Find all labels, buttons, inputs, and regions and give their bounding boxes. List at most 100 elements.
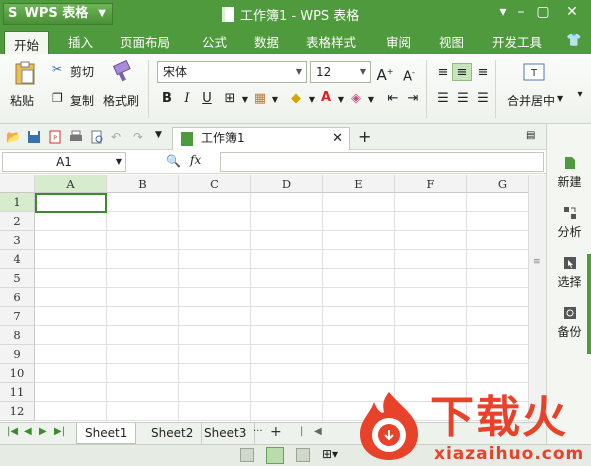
column-header[interactable]: G: [467, 175, 528, 193]
shirt-icon[interactable]: 👕: [566, 32, 582, 48]
wps-app-menu-button[interactable]: S WPS 表格 ▼: [3, 3, 113, 25]
formula-input[interactable]: [220, 152, 544, 172]
next-sheet-icon[interactable]: ▶: [39, 426, 47, 437]
page-break-view-icon[interactable]: [296, 448, 310, 462]
row-header[interactable]: 8: [0, 326, 35, 345]
tab-review[interactable]: 审阅: [386, 32, 411, 51]
task-select-button[interactable]: 选择: [547, 256, 591, 290]
font-name-select[interactable]: 宋体 ▼: [157, 61, 307, 83]
tab-page-layout[interactable]: 页面布局: [120, 32, 170, 51]
undo-icon[interactable]: ↶: [111, 130, 125, 144]
task-analyze-button[interactable]: 分析: [547, 206, 591, 240]
document-tab[interactable]: 工作簿1 ✕: [172, 127, 350, 150]
tab-table-style[interactable]: 表格样式: [306, 32, 356, 51]
increase-font-icon[interactable]: A+: [376, 63, 394, 84]
chevron-down-icon[interactable]: ▼: [266, 91, 284, 109]
tab-formulas[interactable]: 公式: [202, 32, 227, 51]
row-header[interactable]: 9: [0, 345, 35, 364]
page-layout-view-icon[interactable]: [266, 447, 284, 464]
row-header[interactable]: 11: [0, 383, 35, 402]
add-sheet-button[interactable]: +: [270, 424, 282, 440]
close-button[interactable]: ✕: [562, 4, 582, 20]
font-size-value: 12: [316, 65, 332, 79]
restore-button[interactable]: ▢: [533, 4, 553, 20]
align-middle-icon[interactable]: ≡: [452, 63, 472, 81]
row-header[interactable]: 3: [0, 231, 35, 250]
column-header[interactable]: E: [323, 175, 395, 193]
column-header[interactable]: A: [35, 175, 107, 193]
column-header[interactable]: B: [107, 175, 179, 193]
row-header[interactable]: 5: [0, 269, 35, 288]
tab-data[interactable]: 数据: [254, 32, 279, 51]
sheet-tab[interactable]: Sheet2: [143, 423, 203, 444]
ribbon-expand-icon[interactable]: ▾: [571, 86, 589, 104]
zoom-menu-icon[interactable]: ⊞▾: [322, 447, 338, 461]
task-backup-button[interactable]: 备份: [547, 306, 591, 340]
tab-list-icon[interactable]: ▤: [526, 130, 540, 144]
tab-developer[interactable]: 开发工具: [492, 32, 542, 51]
open-folder-icon[interactable]: 📂: [6, 130, 21, 144]
cut-button[interactable]: ✂ 剪切: [52, 62, 100, 80]
task-analyze-label: 分析: [557, 225, 582, 239]
hscroll-left-icon[interactable]: ◀: [314, 426, 322, 437]
chevron-down-icon[interactable]: ▼: [362, 91, 380, 109]
prev-sheet-icon[interactable]: ◀: [24, 426, 32, 437]
align-right-icon[interactable]: ☰: [474, 90, 492, 108]
column-header[interactable]: D: [251, 175, 323, 193]
vertical-scrollbar[interactable]: ≡: [528, 175, 546, 422]
last-sheet-icon[interactable]: ▶|: [54, 426, 65, 437]
column-header[interactable]: F: [395, 175, 467, 193]
copy-button[interactable]: ❐ 复制: [52, 91, 100, 109]
print-icon[interactable]: [69, 130, 83, 144]
row-header[interactable]: 6: [0, 288, 35, 307]
redo-icon[interactable]: ↷: [133, 130, 147, 144]
zoom-icon[interactable]: 🔍: [166, 154, 181, 168]
active-cell[interactable]: [35, 193, 107, 213]
normal-view-icon[interactable]: [240, 448, 254, 462]
export-pdf-icon[interactable]: P: [48, 130, 62, 144]
scroll-thumb-icon[interactable]: ≡: [533, 257, 543, 267]
column-header[interactable]: C: [179, 175, 251, 193]
merge-center-button[interactable]: T 合并居中 ▼: [503, 60, 565, 118]
select-all-corner[interactable]: [0, 175, 35, 193]
row-header[interactable]: 12: [0, 402, 35, 421]
task-new-button[interactable]: 新建: [547, 156, 591, 190]
print-preview-icon[interactable]: [90, 130, 104, 144]
decrease-font-icon[interactable]: A-: [400, 64, 418, 84]
hscroll-divider[interactable]: |: [300, 426, 303, 437]
tab-home[interactable]: 开始: [4, 31, 50, 54]
customize-toolbar-icon[interactable]: ▼: [155, 130, 169, 144]
save-icon[interactable]: [27, 130, 41, 144]
align-top-icon[interactable]: ≡: [434, 64, 452, 82]
format-painter-button[interactable]: 格式刷: [103, 60, 141, 118]
task-pane-handle[interactable]: [587, 254, 591, 354]
close-tab-icon[interactable]: ✕: [332, 128, 343, 149]
quick-access-bar: 📂 P ↶ ↷ ▼ 工作簿1 ✕ + ▤: [0, 124, 546, 150]
bold-icon[interactable]: B: [158, 90, 176, 108]
paste-button[interactable]: 粘贴: [8, 60, 42, 118]
font-size-select[interactable]: 12 ▼: [310, 61, 371, 83]
italic-icon[interactable]: I: [178, 90, 196, 108]
name-box[interactable]: A1 ▼: [2, 152, 126, 172]
minimize-button[interactable]: –: [511, 4, 531, 20]
row-header[interactable]: 2: [0, 212, 35, 231]
more-sheets-button[interactable]: ···: [253, 426, 263, 437]
tab-insert[interactable]: 插入: [68, 32, 93, 51]
row-header[interactable]: 4: [0, 250, 35, 269]
align-center-icon[interactable]: ☰: [454, 90, 472, 108]
row-header[interactable]: 1: [0, 193, 35, 212]
align-left-icon[interactable]: ☰: [434, 90, 452, 108]
indent-decrease-icon[interactable]: ⇤: [384, 90, 402, 108]
tab-view[interactable]: 视图: [439, 32, 464, 51]
sheet-tab[interactable]: Sheet1: [76, 423, 137, 444]
fx-button[interactable]: fx: [190, 153, 201, 167]
first-sheet-icon[interactable]: |◀: [7, 426, 18, 437]
sheet-tab[interactable]: Sheet3: [196, 423, 256, 444]
new-tab-icon[interactable]: +: [358, 127, 372, 146]
align-bottom-icon[interactable]: ≡: [474, 64, 492, 82]
row-header[interactable]: 7: [0, 307, 35, 326]
underline-icon[interactable]: U: [198, 90, 216, 108]
skin-icon[interactable]: ▾: [493, 4, 513, 20]
row-header[interactable]: 10: [0, 364, 35, 383]
indent-increase-icon[interactable]: ⇥: [404, 90, 422, 108]
